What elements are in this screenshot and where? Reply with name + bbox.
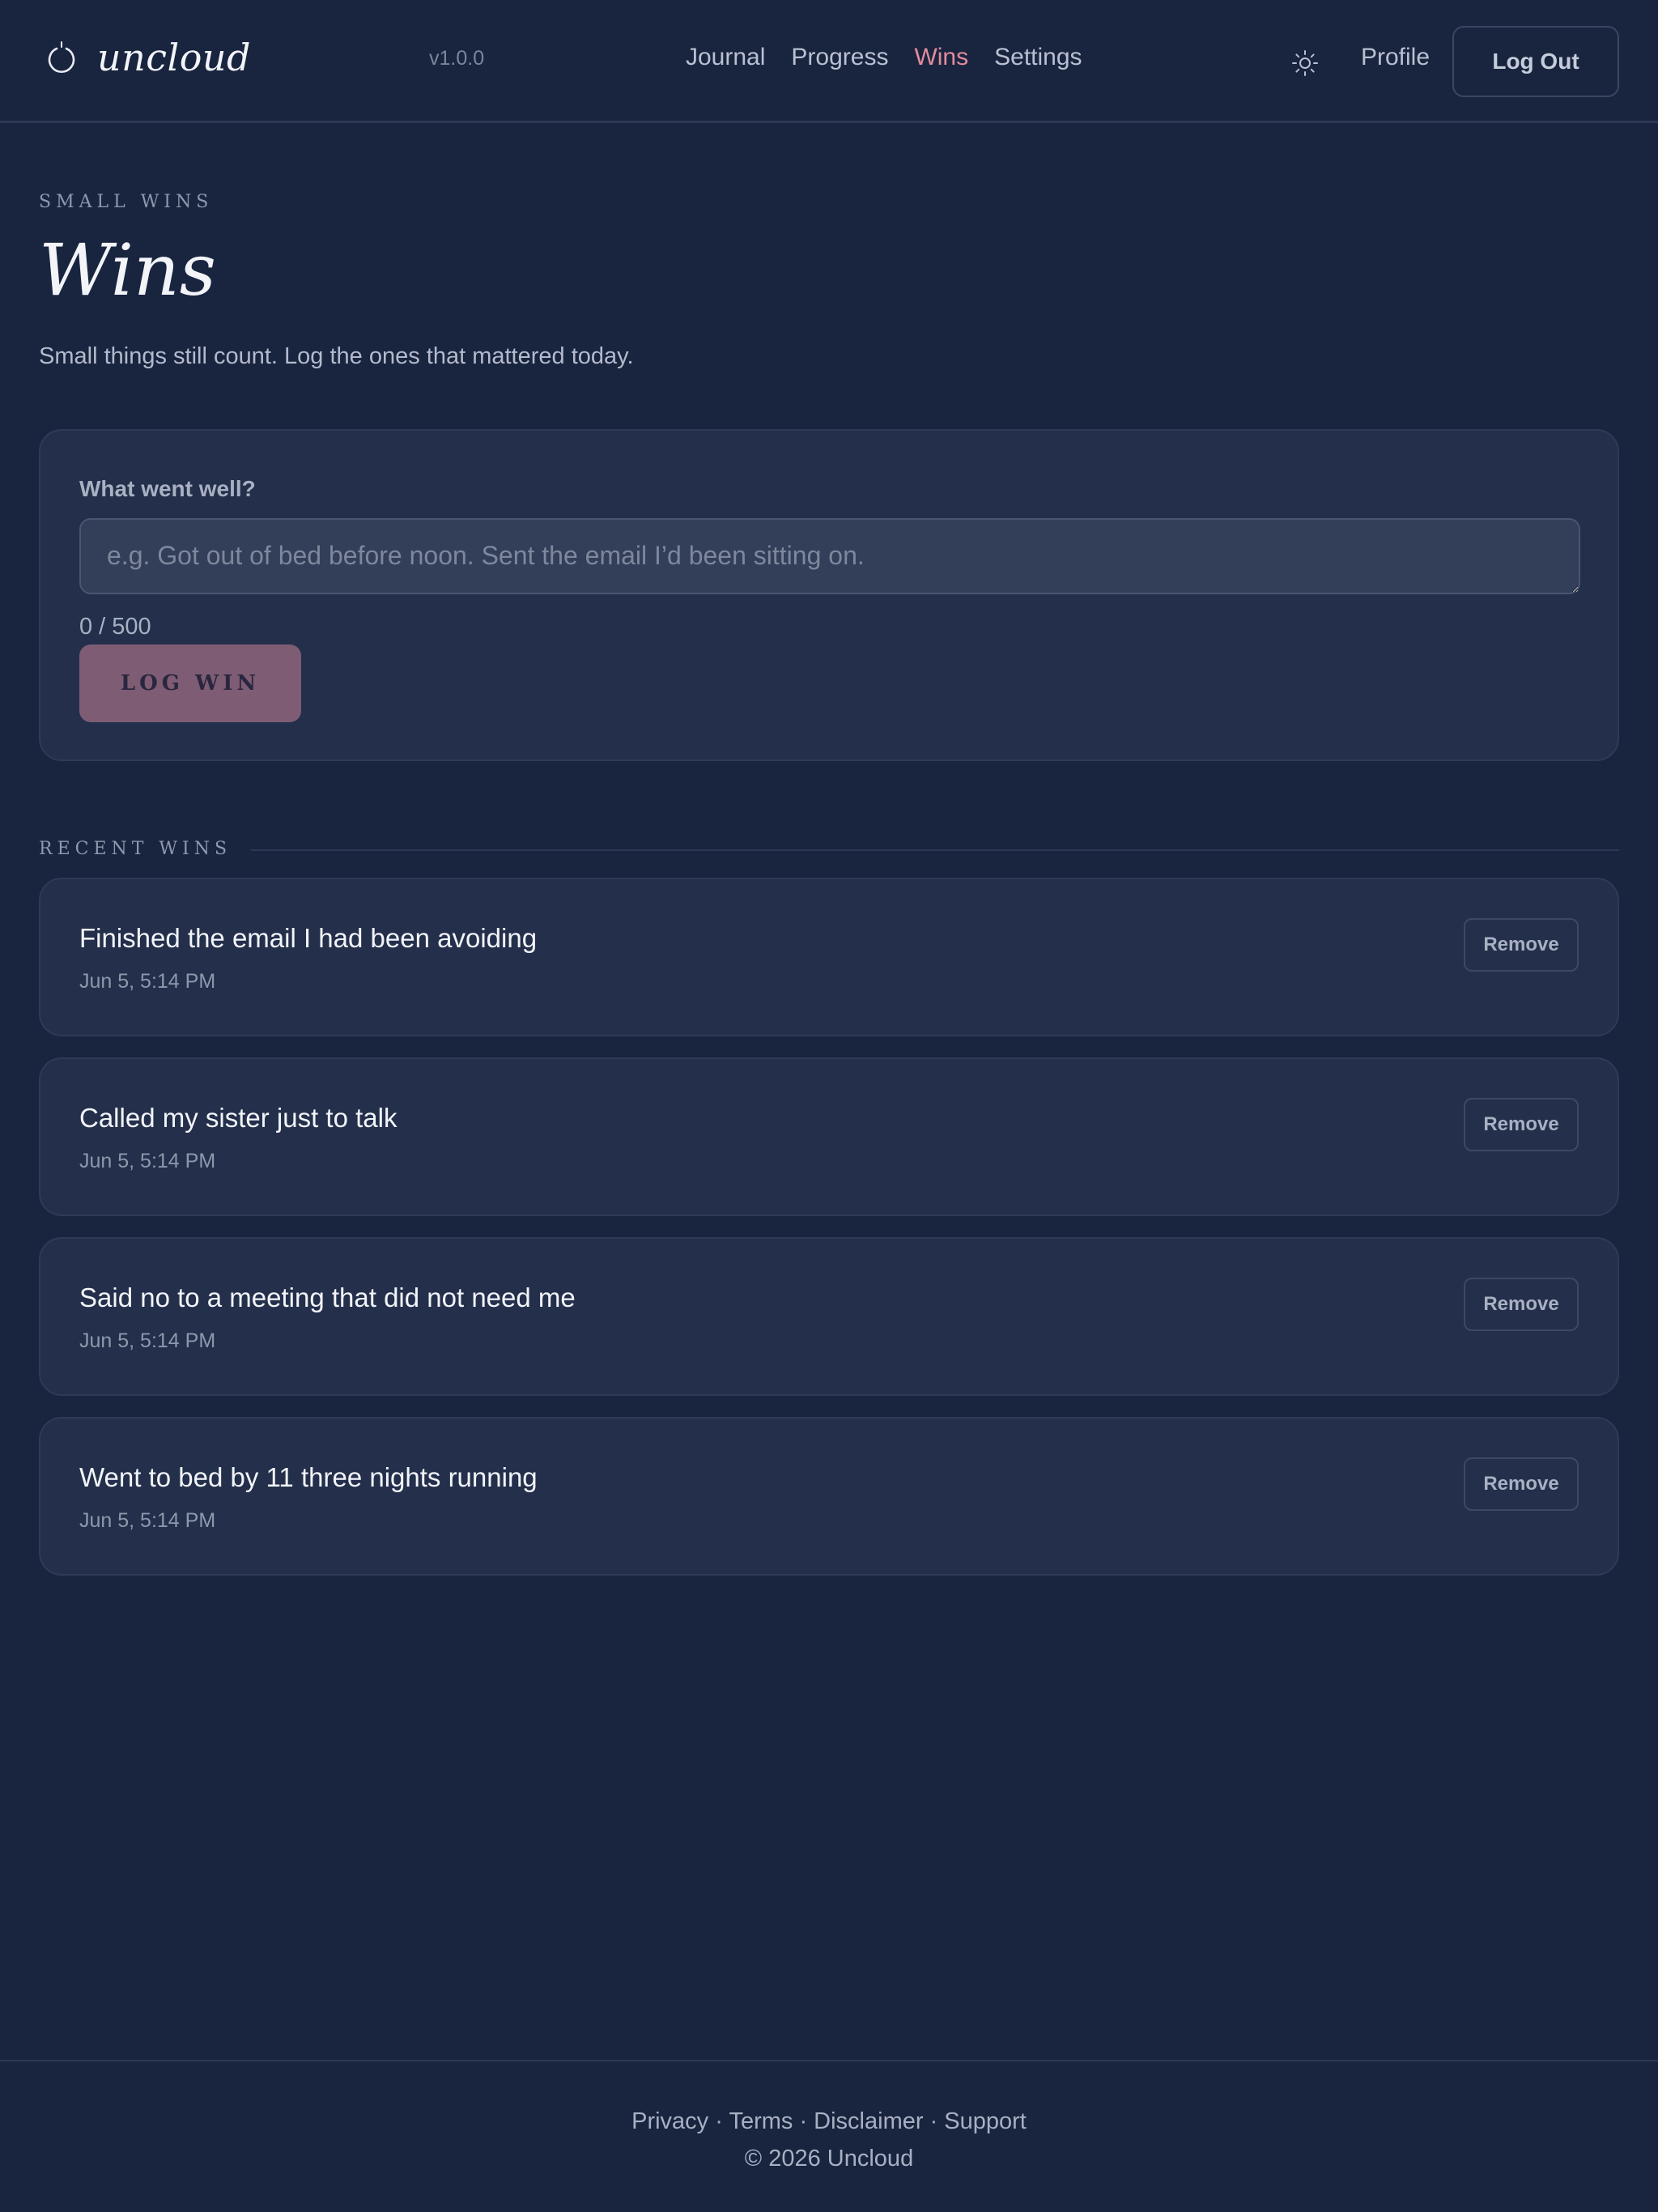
footer-separator: ·	[793, 2108, 814, 2134]
win-timestamp: Jun 5, 5:14 PM	[79, 1509, 216, 1532]
nav-item-journal[interactable]: Journal	[686, 44, 765, 71]
top-bar: uncloud v1.0.0 Journal Progress Wins Set…	[0, 0, 1658, 123]
page-title: Wins	[39, 228, 216, 312]
remove-win-button[interactable]: Remove	[1464, 918, 1579, 972]
main-nav: Journal Progress Wins Settings	[686, 44, 1082, 71]
win-timestamp: Jun 5, 5:14 PM	[79, 1329, 216, 1352]
win-timestamp: Jun 5, 5:14 PM	[79, 970, 216, 993]
nav-item-wins[interactable]: Wins	[914, 44, 968, 71]
brand[interactable]: uncloud	[45, 36, 251, 79]
footer-link-terms[interactable]: Terms	[729, 2108, 793, 2134]
win-item: Said no to a meeting that did not need m…	[39, 1237, 1619, 1396]
win-text: Said no to a meeting that did not need m…	[79, 1283, 576, 1312]
footer-links: Privacy · Terms · Disclaimer · Support	[0, 2108, 1658, 2135]
remove-win-button[interactable]: Remove	[1464, 1278, 1579, 1331]
win-text: Called my sister just to talk	[79, 1103, 397, 1133]
version-label: v1.0.0	[429, 47, 485, 70]
recent-wins-heading: RECENT WINS	[39, 839, 252, 859]
footer-separator: ·	[708, 2108, 729, 2134]
log-win-button[interactable]: LOG WIN	[79, 644, 301, 722]
nav-item-progress[interactable]: Progress	[791, 44, 888, 71]
win-text: Went to bed by 11 three nights running	[79, 1462, 538, 1492]
footer: Privacy · Terms · Disclaimer · Support ©…	[0, 2060, 1658, 2212]
page-eyebrow: SMALL WINS	[39, 192, 214, 212]
log-win-card: What went well? 0 / 500 LOG WIN	[39, 429, 1619, 761]
sun-icon[interactable]	[1290, 49, 1320, 78]
win-item: Called my sister just to talk Jun 5, 5:1…	[39, 1057, 1619, 1216]
page-subtitle: Small things still count. Log the ones t…	[39, 343, 634, 369]
section-divider	[238, 849, 1619, 851]
win-timestamp: Jun 5, 5:14 PM	[79, 1150, 216, 1172]
remove-win-button[interactable]: Remove	[1464, 1457, 1579, 1511]
remove-win-button[interactable]: Remove	[1464, 1098, 1579, 1151]
brand-circle-icon	[48, 41, 75, 74]
brand-name: uncloud	[97, 36, 251, 79]
footer-link-privacy[interactable]: Privacy	[631, 2108, 708, 2134]
footer-link-support[interactable]: Support	[944, 2108, 1027, 2134]
win-item: Finished the email I had been avoiding J…	[39, 878, 1619, 1036]
character-count: 0 / 500	[79, 614, 151, 640]
log-out-button[interactable]: Log Out	[1452, 26, 1619, 97]
win-text: Finished the email I had been avoiding	[79, 923, 538, 953]
wins-list: Finished the email I had been avoiding J…	[39, 878, 1619, 1597]
win-input[interactable]	[79, 518, 1580, 594]
copyright: © 2026 Uncloud	[744, 2146, 914, 2172]
footer-separator: ·	[923, 2108, 945, 2134]
win-input-label: What went well?	[79, 476, 256, 501]
profile-link[interactable]: Profile	[1361, 44, 1430, 71]
nav-item-settings[interactable]: Settings	[994, 44, 1082, 71]
footer-link-disclaimer[interactable]: Disclaimer	[814, 2108, 923, 2134]
win-item: Went to bed by 11 three nights running J…	[39, 1417, 1619, 1576]
